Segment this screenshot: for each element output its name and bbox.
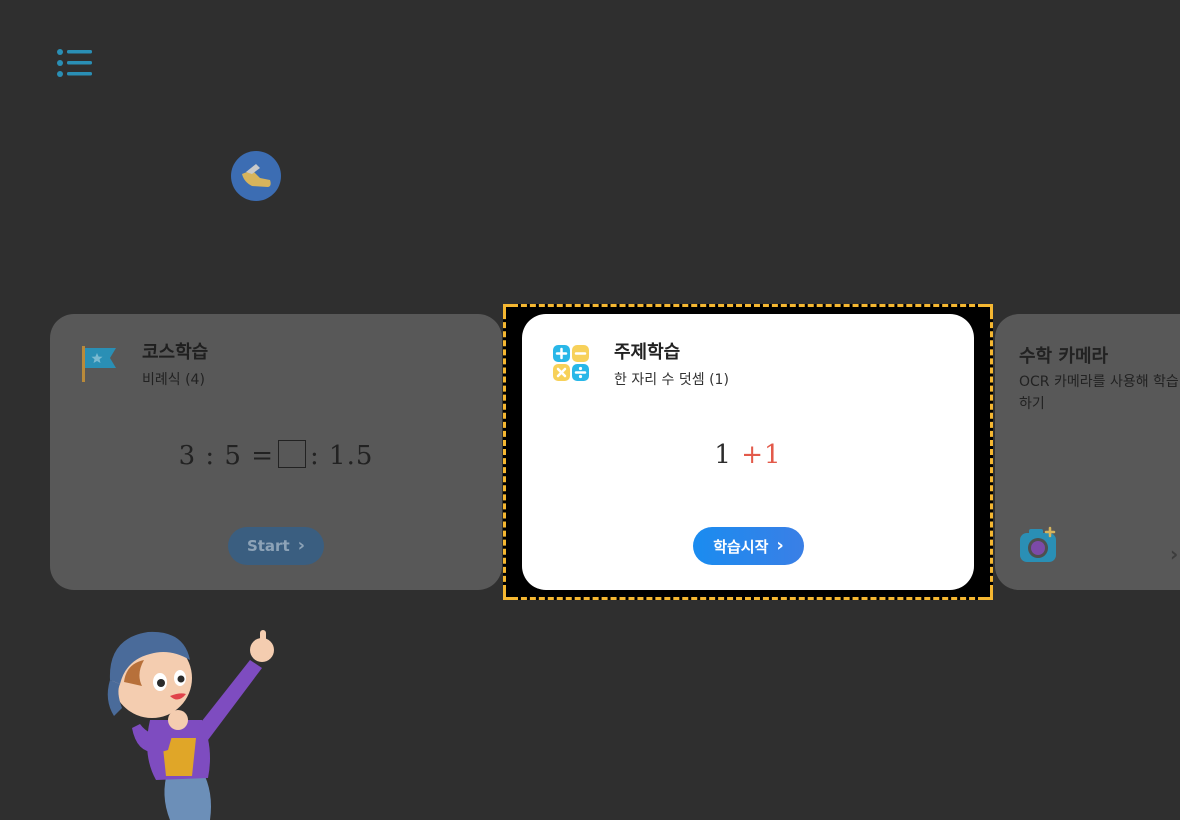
start-button[interactable]: Start › — [228, 527, 324, 565]
flag-icon — [80, 344, 118, 384]
start-button-label: Start — [246, 537, 290, 555]
course-equation: 3 : 5 = : 1.5 — [50, 440, 502, 471]
topic-card[interactable]: 주제학습 한 자리 수 덧셈 (1) 1 +1 학습시작 › — [522, 314, 974, 590]
operator-plus: + — [741, 440, 765, 470]
chevron-right-icon[interactable]: › — [1170, 542, 1178, 566]
frame-corner — [503, 585, 518, 600]
chevron-right-icon: › — [297, 535, 306, 556]
math-camera-card[interactable]: 수학 카메라 OCR 카메라를 사용해 학습하기 › — [995, 314, 1180, 590]
shoe-badge-icon[interactable] — [230, 150, 282, 202]
frame-corner — [503, 304, 518, 319]
start-learning-button[interactable]: 학습시작 › — [693, 527, 804, 565]
camera-icon — [1019, 526, 1057, 564]
answer-box — [278, 440, 307, 468]
boy-mascot-illustration — [90, 620, 300, 820]
frame-corner — [978, 304, 993, 319]
topic-card-subtitle: 한 자리 수 덧셈 (1) — [614, 372, 729, 388]
start-learning-label: 학습시작 — [713, 537, 769, 556]
calculator-icon — [552, 344, 590, 382]
operand-b: 1 — [764, 440, 782, 470]
course-card-subtitle: 비례식 (4) — [142, 372, 205, 388]
menu-icon[interactable] — [56, 48, 94, 78]
topic-equation: 1 +1 — [522, 440, 974, 470]
camera-card-subtitle: OCR 카메라를 사용해 학습하기 — [1019, 374, 1179, 412]
equation-right: : 1.5 — [310, 441, 374, 471]
course-card[interactable]: 코스학습 비례식 (4) 3 : 5 = : 1.5 Start › — [50, 314, 502, 590]
operand-a: 1 — [714, 440, 732, 470]
equation-left: 3 : 5 = — [178, 441, 275, 471]
course-card-title: 코스학습 — [142, 342, 209, 363]
frame-corner — [978, 585, 993, 600]
topic-card-title: 주제학습 — [614, 342, 681, 363]
chevron-right-icon: › — [776, 535, 784, 556]
camera-card-title: 수학 카메라 — [1019, 346, 1109, 367]
